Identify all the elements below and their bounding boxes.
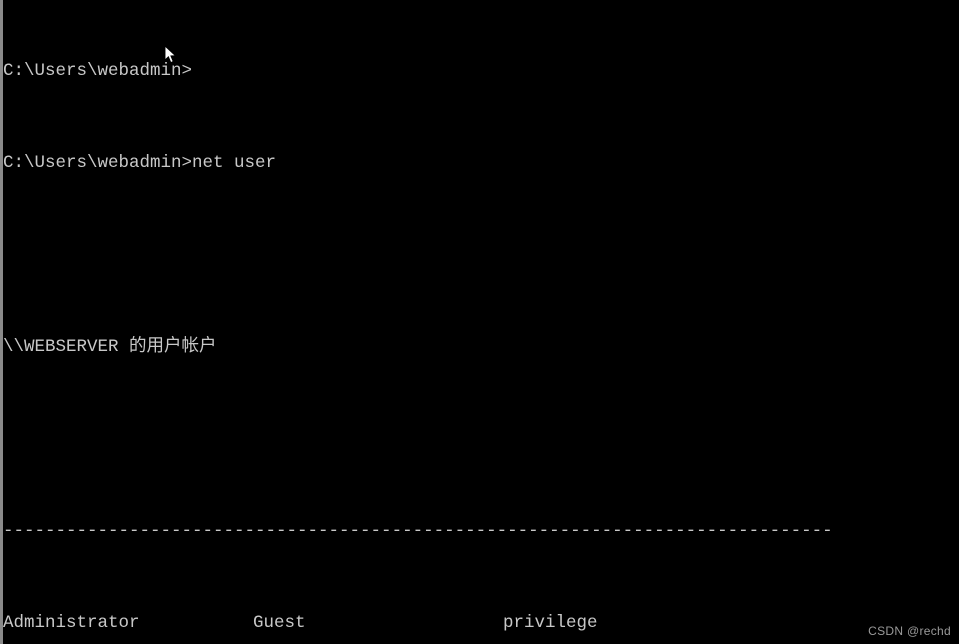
line-local-accounts-header: \\WEBSERVER 的用户帐户 [3, 337, 217, 357]
terminal-output-buffer[interactable]: C:\Users\webadmin> C:\Users\webadmin>net… [3, 0, 959, 644]
vertical-scrollbar[interactable] [0, 0, 3, 644]
line-separator-local: ----------------------------------------… [3, 521, 833, 541]
scrollbar-thumb[interactable] [0, 0, 3, 644]
line-blank-2 [3, 428, 959, 451]
local-user-row-1: Administrator Guest privilege [3, 612, 959, 635]
line-command-net-user: C:\Users\webadmin>net user [3, 153, 277, 173]
line-blank-1 [3, 244, 959, 267]
command-prompt-window[interactable]: C:\Users\webadmin> C:\Users\webadmin>net… [0, 0, 959, 644]
local-user-cell-privilege: privilege [503, 613, 598, 633]
watermark: CSDN @rechd [868, 624, 951, 638]
line-top-clipped-prompt: C:\Users\webadmin> [3, 61, 193, 81]
local-user-cell-guest: Guest [253, 613, 306, 633]
local-user-cell-administrator: Administrator [3, 613, 140, 633]
